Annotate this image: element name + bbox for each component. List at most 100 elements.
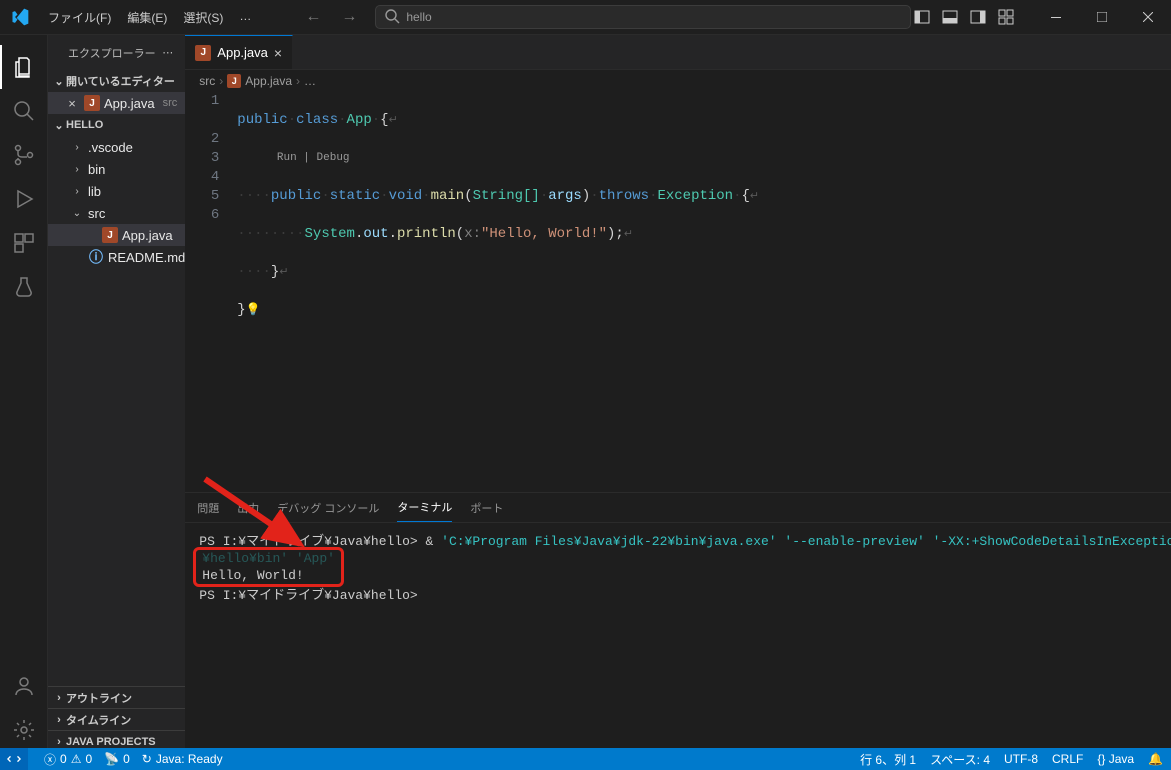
panel-tab-problems[interactable]: 問題 [197,494,219,522]
activity-explorer-icon[interactable] [0,45,48,89]
activity-scm-icon[interactable] [0,133,48,177]
menu-file[interactable]: ファイル(F) [40,3,119,32]
project-name: HELLO [66,119,103,131]
minimize-button[interactable] [1033,0,1079,34]
chevron-right-icon: › [52,736,66,748]
code-editor[interactable]: 1 2 3 4 5 6 public·class·App·{↵ Run | De… [185,92,1171,492]
status-language[interactable]: {} Java [1097,752,1134,766]
timeline-label: タイムライン [66,712,131,728]
tree-item-label: App.java [122,228,173,243]
tree-item-src[interactable]: ⌄src [48,202,185,224]
status-encoding[interactable]: UTF-8 [1004,752,1038,766]
menu-select[interactable]: 選択(S) [175,3,231,32]
outline-section[interactable]: › アウトライン [48,686,185,708]
terminal-output-hello: Hello, World! [202,568,303,583]
java-projects-label: JAVA PROJECTS [66,736,156,748]
activity-bar [0,35,48,752]
window-controls [1033,0,1171,34]
close-icon[interactable]: × [274,45,282,61]
status-eol[interactable]: CRLF [1052,752,1083,766]
tree-item-README-md[interactable]: ⓘREADME.md [48,246,185,268]
tree-item--vscode[interactable]: ›.vscode [48,136,185,158]
chevron-icon: ⌄ [70,208,84,219]
nav-back-icon[interactable]: ← [299,4,327,30]
panel-tab-debug-console[interactable]: デバッグ コンソール [277,494,379,522]
terminal-content[interactable]: PS I:¥マイドライブ¥Java¥hello> & 'C:¥Program F… [185,523,1171,752]
status-java[interactable]: ↻Java: Ready [142,752,223,766]
chevron-down-icon: ⌄ [52,75,66,88]
toggle-secondary-sidebar-icon[interactable] [967,6,989,28]
status-bar: ⓧ0 ⚠0 📡0 ↻Java: Ready 行 6、列 1 スペース: 4 UT… [0,748,1171,770]
timeline-section[interactable]: › タイムライン [48,708,185,730]
explorer-title: エクスプローラー [68,45,156,61]
file-tree: ›.vscode › bin › lib ⌄srcJApp.javaⓘREADME.md [48,136,185,268]
activity-account-icon[interactable] [0,664,48,708]
toggle-primary-sidebar-icon[interactable] [911,6,933,28]
bottom-panel: 問題 出力 デバッグ コンソール ターミナル ポート ▷ Run: App ＋ … [185,492,1171,752]
breadcrumbs[interactable]: src › J App.java › … [185,70,1171,92]
panel-tab-output[interactable]: 出力 [237,494,259,522]
customize-layout-icon[interactable] [995,6,1017,28]
tab-app-java[interactable]: J App.java × [185,35,293,69]
lightbulb-icon[interactable]: 💡 [246,303,261,317]
panel-tabs: 問題 出力 デバッグ コンソール ターミナル ポート ▷ Run: App ＋ … [185,493,1171,523]
toggle-panel-icon[interactable] [939,6,961,28]
open-editor-name: App.java [104,96,155,111]
codelens-run-debug[interactable]: Run | Debug [277,152,350,164]
title-bar: ファイル(F) 編集(E) 選択(S) … ← → hello [0,0,1171,35]
maximize-button[interactable] [1079,0,1125,34]
breadcrumb-item[interactable]: … [304,74,316,88]
search-text: hello [406,10,431,24]
nav-forward-icon[interactable]: → [335,4,363,30]
activity-search-icon[interactable] [0,89,48,133]
status-problems[interactable]: ⓧ0 ⚠0 [44,751,92,768]
status-notifications-icon[interactable]: 🔔 [1148,752,1163,766]
remote-indicator[interactable] [0,748,28,770]
chevron-icon: › [70,186,84,197]
breadcrumb-item[interactable]: App.java [245,74,292,88]
tree-item-label: bin [88,162,105,177]
java-file-icon: J [227,74,241,88]
tree-item-bin[interactable]: › bin [48,158,185,180]
explorer-more-icon[interactable]: ⋯ [162,46,173,59]
menu-more[interactable]: … [231,3,259,32]
open-editors-section[interactable]: ⌄ 開いているエディター [48,70,185,92]
activity-extensions-icon[interactable] [0,221,48,265]
close-icon[interactable]: × [64,96,80,111]
chevron-right-icon: › [52,714,66,726]
open-editors-label: 開いているエディター [66,73,175,89]
search-icon [384,8,400,27]
command-center-search[interactable]: hello [375,5,911,29]
status-ports[interactable]: 📡0 [104,752,130,766]
status-indentation[interactable]: スペース: 4 [930,751,990,768]
outline-label: アウトライン [66,690,132,706]
nav-arrows: ← → [299,4,363,30]
editor-area: J App.java × ▾ ⋯ src › J App.java › … 1 … [185,35,1171,752]
tree-item-label: lib [88,184,101,199]
panel-tab-terminal[interactable]: ターミナル [397,493,452,522]
line-numbers: 1 2 3 4 5 6 [185,92,237,492]
close-button[interactable] [1125,0,1171,34]
status-cursor-position[interactable]: 行 6、列 1 [860,751,916,768]
info-file-icon: ⓘ [88,249,104,265]
activity-testing-icon[interactable] [0,265,48,309]
chevron-down-icon: ⌄ [52,119,66,132]
explorer-header: エクスプローラー ⋯ [48,35,185,70]
chevron-icon: › [70,164,84,175]
menu-edit[interactable]: 編集(E) [119,3,175,32]
code-content[interactable]: public·class·App·{↵ Run | Debug ····publ… [237,92,1171,492]
java-file-icon: J [84,95,100,111]
editor-tabs: J App.java × ▾ ⋯ [185,35,1171,70]
tree-item-lib[interactable]: › lib [48,180,185,202]
project-section[interactable]: ⌄ HELLO [48,114,185,136]
activity-debug-icon[interactable] [0,177,48,221]
open-editor-item[interactable]: × J App.java src [48,92,185,114]
tab-label: App.java [217,45,268,60]
tree-item-label: .vscode [88,140,133,155]
chevron-right-icon: › [52,692,66,704]
activity-settings-icon[interactable] [0,708,48,752]
breadcrumb-item[interactable]: src [199,74,215,88]
panel-tab-ports[interactable]: ポート [470,494,503,522]
explorer-sidebar: エクスプローラー ⋯ ⌄ 開いているエディター × J App.java src… [48,35,185,752]
tree-item-App-java[interactable]: JApp.java [48,224,185,246]
